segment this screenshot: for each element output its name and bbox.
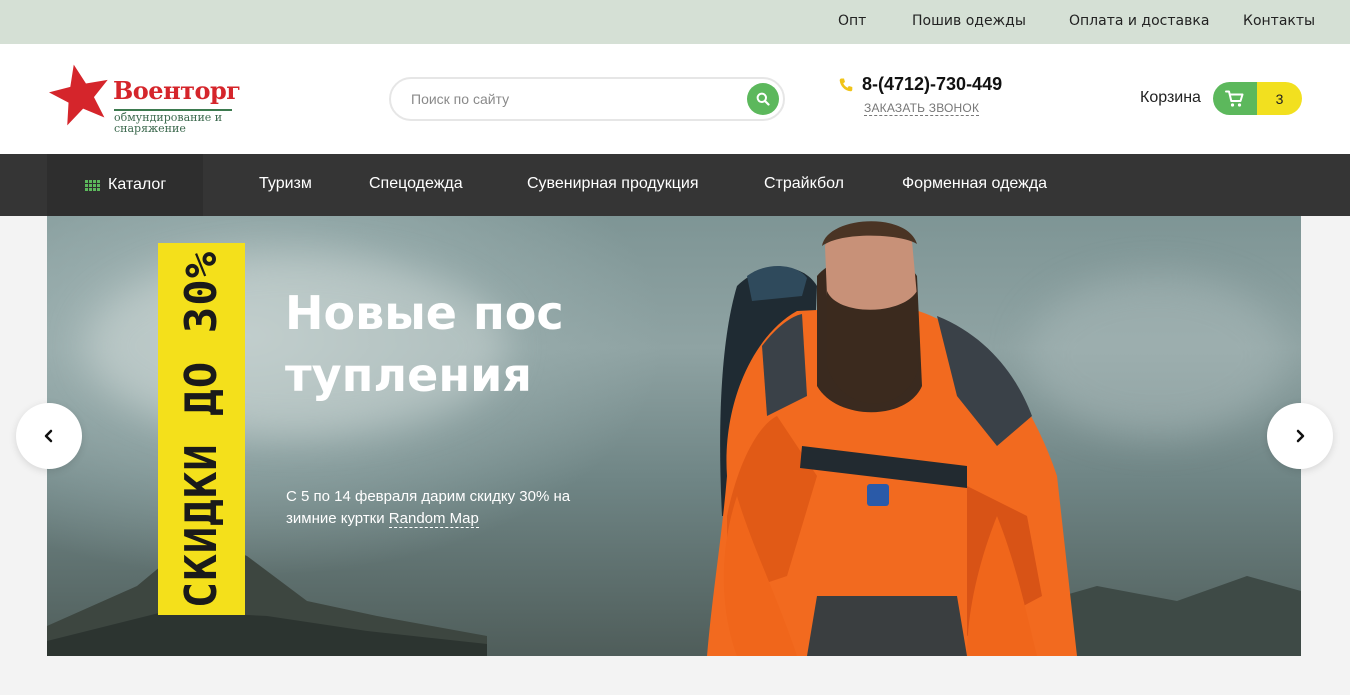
hero-banner[interactable]: СКИДКИ ДО 30% Новые поступления С 5 по 1…	[47, 216, 1301, 656]
hero-link[interactable]: Random Map	[388, 510, 479, 528]
search-button[interactable]	[747, 83, 779, 115]
search-box	[389, 77, 785, 121]
topbar-link-wholesale[interactable]: Опт	[838, 13, 866, 29]
nav-item-airsoft[interactable]: Страйкбол	[764, 175, 844, 193]
phone-icon	[839, 78, 853, 92]
discount-badge-text: СКИДКИ ДО 30%	[176, 250, 227, 608]
mountain-left	[47, 536, 487, 656]
hero-description: С 5 по 14 февраля дарим скидку 30% на зи…	[286, 486, 606, 530]
header: Военторг обмундирование и снаряжение 8-(…	[0, 44, 1350, 154]
slider-prev-button[interactable]	[16, 403, 82, 469]
cart-button[interactable]: 3	[1213, 82, 1302, 115]
logo-subtitle: обмундирование и снаряжение	[114, 111, 223, 135]
topbar-link-contacts[interactable]: Контакты	[1243, 13, 1315, 29]
cart-icon	[1225, 90, 1244, 107]
cart-icon-wrap	[1213, 82, 1257, 115]
chevron-left-icon	[44, 429, 53, 443]
grid-icon	[85, 179, 100, 191]
callback-link[interactable]: ЗАКАЗАТЬ ЗВОНОК	[864, 101, 980, 116]
nav-item-souvenirs[interactable]: Сувенирная продукция	[527, 175, 699, 193]
slider-next-button[interactable]	[1267, 403, 1333, 469]
top-bar: Опт Пошив одежды Оплата и доставка Конта…	[0, 0, 1350, 44]
topbar-link-payment-delivery[interactable]: Оплата и доставка	[1069, 13, 1209, 29]
logo[interactable]: Военторг обмундирование и снаряжение	[48, 62, 248, 135]
cart-label[interactable]: Корзина	[1140, 89, 1201, 107]
nav-item-workwear[interactable]: Спецодежда	[369, 175, 463, 193]
catalog-button[interactable]: Каталог	[47, 154, 203, 216]
nav-item-uniform[interactable]: Форменная одежда	[902, 175, 1047, 193]
cart-count: 3	[1257, 82, 1302, 115]
main-nav: Каталог Туризм Спецодежда Сувенирная про…	[0, 154, 1350, 216]
hero-title: Новые поступления	[285, 286, 564, 402]
chevron-right-icon	[1296, 429, 1305, 443]
logo-title: Военторг	[113, 76, 241, 105]
search-icon	[756, 92, 770, 106]
phone-number[interactable]: 8-(4712)-730-449	[862, 74, 1002, 95]
discount-badge: СКИДКИ ДО 30%	[158, 243, 245, 615]
hiker-image	[707, 221, 1077, 656]
search-input[interactable]	[411, 88, 731, 110]
catalog-label: Каталог	[108, 176, 167, 193]
red-star-icon	[48, 64, 108, 126]
topbar-link-tailoring[interactable]: Пошив одежды	[912, 13, 1026, 29]
nav-item-tourism[interactable]: Туризм	[259, 175, 312, 193]
